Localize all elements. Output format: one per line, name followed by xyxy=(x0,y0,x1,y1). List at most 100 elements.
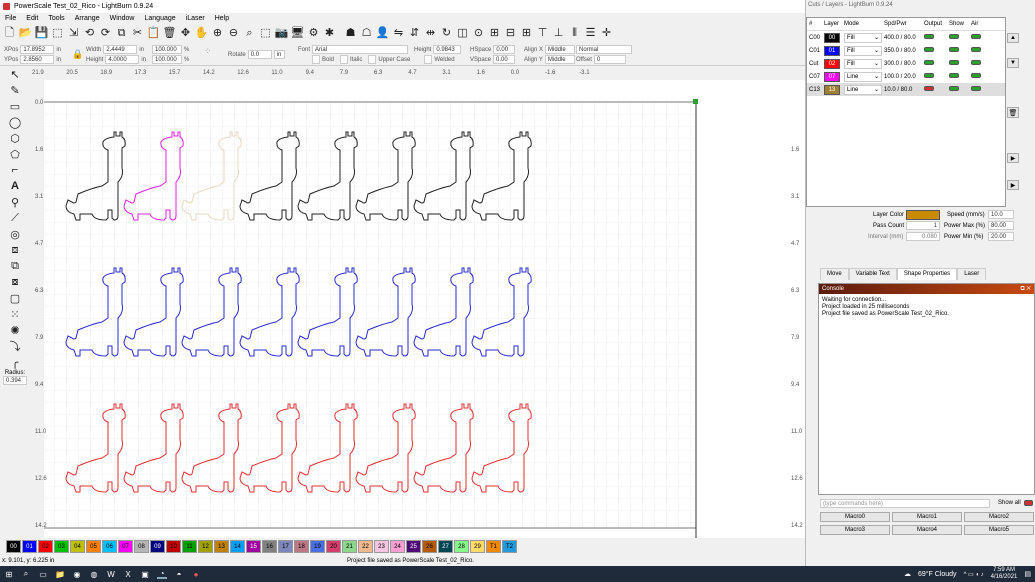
layer-output-toggle[interactable] xyxy=(924,60,934,65)
convert-path-icon[interactable]: ⤵ xyxy=(4,338,26,354)
cut-icon[interactable]: ✂ xyxy=(130,26,145,41)
console-close-icon[interactable]: ⧉ ✕ xyxy=(1020,286,1034,293)
layer-air-toggle[interactable] xyxy=(971,73,981,78)
corner-radius-icon[interactable]: ╭ xyxy=(4,354,26,370)
save-icon[interactable]: 💾 xyxy=(34,26,49,41)
layer-show-toggle[interactable] xyxy=(949,34,959,39)
palette-swatch-29[interactable]: 29 xyxy=(470,540,485,553)
palette-swatch-05[interactable]: 05 xyxy=(86,540,101,553)
flip-horizontal-icon[interactable]: ⇋ xyxy=(391,26,406,41)
word-icon[interactable]: W xyxy=(106,569,116,579)
palette-swatch-16[interactable]: 16 xyxy=(262,540,277,553)
palette-swatch-04[interactable]: 04 xyxy=(70,540,85,553)
layer-swatch[interactable]: 13 xyxy=(824,84,840,95)
palette-swatch-06[interactable]: 06 xyxy=(102,540,117,553)
search-icon[interactable]: ⌕ xyxy=(21,569,31,579)
power-min-input[interactable]: 20.00 xyxy=(988,232,1014,241)
pass-count-input[interactable]: 1 xyxy=(906,221,940,230)
scale-w-input[interactable]: 100.000 xyxy=(152,45,182,54)
lock-icon[interactable]: 🔒 xyxy=(72,49,83,60)
interval-input[interactable]: 0.080 xyxy=(906,232,940,241)
menu-file[interactable]: File xyxy=(0,15,21,22)
notifications-icon[interactable]: ▤ xyxy=(1024,570,1035,578)
height-input[interactable]: 4.0000 xyxy=(105,55,140,64)
palette-swatch-T2[interactable]: T2 xyxy=(502,540,517,553)
rotate-unit-button[interactable]: in xyxy=(273,50,285,59)
layer-air-toggle[interactable] xyxy=(971,47,981,52)
tab-variable-text[interactable]: Variable Text xyxy=(848,268,897,280)
italic-checkbox[interactable] xyxy=(340,55,349,64)
zoom-fit-icon[interactable]: ⌕ xyxy=(242,26,257,41)
layer-show-toggle[interactable] xyxy=(949,86,959,91)
align-center-icon[interactable]: ⊞ xyxy=(487,26,502,41)
palette-swatch-T1[interactable]: T1 xyxy=(486,540,501,553)
palette-swatch-11[interactable]: 11 xyxy=(182,540,197,553)
tools-icon[interactable]: ✱ xyxy=(322,26,337,41)
menu-edit[interactable]: Edit xyxy=(21,15,43,22)
palette-swatch-13[interactable]: 13 xyxy=(214,540,229,553)
ungroup-icon[interactable]: ☖ xyxy=(359,26,374,41)
font-height-input[interactable]: 0.9843 xyxy=(433,45,462,54)
upper-case-checkbox[interactable] xyxy=(368,55,377,64)
menu-ilaser[interactable]: iLaser xyxy=(181,15,210,22)
palette-swatch-23[interactable]: 23 xyxy=(374,540,389,553)
layer-color-swatch[interactable] xyxy=(906,210,940,220)
layer-air-toggle[interactable] xyxy=(971,34,981,39)
zoom-in-icon[interactable]: ⊕ xyxy=(210,26,225,41)
polygon-tool-icon[interactable]: ⬡ xyxy=(4,130,26,146)
scroll-right-button[interactable]: ▶ xyxy=(1007,153,1019,163)
windows-start-icon[interactable]: ⊞ xyxy=(4,569,14,579)
layer-row[interactable]: C00 00 Fill ⌄ 400.0 / 80.0 xyxy=(807,31,1005,44)
user-icon[interactable]: 👤 xyxy=(375,26,390,41)
app-icon-3[interactable]: ● xyxy=(191,569,201,579)
text-mode-select[interactable]: Normal xyxy=(576,45,632,54)
pan-icon[interactable]: ✋ xyxy=(194,26,209,41)
palette-swatch-24[interactable]: 24 xyxy=(390,540,405,553)
zoom-out-icon[interactable]: ⊖ xyxy=(226,26,241,41)
palette-swatch-07[interactable]: 07 xyxy=(118,540,133,553)
flip-vertical-icon[interactable]: ⇵ xyxy=(407,26,422,41)
palette-swatch-20[interactable]: 20 xyxy=(326,540,341,553)
layer-air-toggle[interactable] xyxy=(971,60,981,65)
layer-row[interactable]: C01 01 Fill ⌄ 350.0 / 80.0 xyxy=(807,44,1005,57)
arrange-icon[interactable]: ◫ xyxy=(455,26,470,41)
move-layer-up-button[interactable]: ▲ xyxy=(1007,33,1019,43)
open-folder-icon[interactable]: 📂 xyxy=(18,26,33,41)
firefox-icon[interactable]: ◍ xyxy=(89,569,99,579)
palette-swatch-27[interactable]: 27 xyxy=(438,540,453,553)
font-select[interactable]: Arial xyxy=(312,45,409,54)
bold-checkbox[interactable] xyxy=(312,55,320,64)
task-view-icon[interactable]: ▭ xyxy=(38,569,48,579)
lightburn-taskbar-icon[interactable]: ◔ xyxy=(157,569,167,579)
hspace-input[interactable]: 0.00 xyxy=(493,45,516,54)
target-icon[interactable]: ⊙ xyxy=(471,26,486,41)
copy-icon[interactable]: ⧉ xyxy=(114,26,129,41)
mirror-icon[interactable]: ⇹ xyxy=(423,26,438,41)
palette-swatch-01[interactable]: 01 xyxy=(22,540,37,553)
vspace-input[interactable]: 0.00 xyxy=(493,55,516,64)
palette-swatch-10[interactable]: 10 xyxy=(166,540,181,553)
palette-swatch-14[interactable]: 14 xyxy=(230,540,245,553)
delete-icon[interactable]: 🗑 xyxy=(162,26,177,41)
palette-swatch-19[interactable]: 19 xyxy=(310,540,325,553)
explorer-icon[interactable]: 📁 xyxy=(55,569,65,579)
align-left-icon[interactable]: ⊟ xyxy=(503,26,518,41)
macro5-button[interactable]: Macro5 xyxy=(964,525,1034,535)
palette-swatch-15[interactable]: 15 xyxy=(246,540,261,553)
palette-swatch-00[interactable]: 00 xyxy=(6,540,21,553)
paste-icon[interactable]: 📋 xyxy=(146,26,161,41)
palette-swatch-26[interactable]: 26 xyxy=(422,540,437,553)
measure-icon[interactable]: ⟋ xyxy=(4,210,26,226)
layer-mode-select[interactable]: Fill ⌄ xyxy=(844,45,882,56)
offset-shapes-icon[interactable]: ◎ xyxy=(4,226,26,242)
anchor-grid-icon[interactable]: ⁘ xyxy=(204,46,212,57)
design-canvas[interactable] xyxy=(30,66,805,538)
palette-swatch-03[interactable]: 03 xyxy=(54,540,69,553)
weld-icon[interactable]: ▢ xyxy=(4,290,26,306)
menu-arrange[interactable]: Arrange xyxy=(70,15,105,22)
layer-swatch[interactable]: 01 xyxy=(824,45,840,56)
rotate-icon[interactable]: ↻ xyxy=(439,26,454,41)
macro3-button[interactable]: Macro3 xyxy=(820,525,890,535)
distribute-v-icon[interactable]: ☰ xyxy=(583,26,598,41)
palette-swatch-17[interactable]: 17 xyxy=(278,540,293,553)
